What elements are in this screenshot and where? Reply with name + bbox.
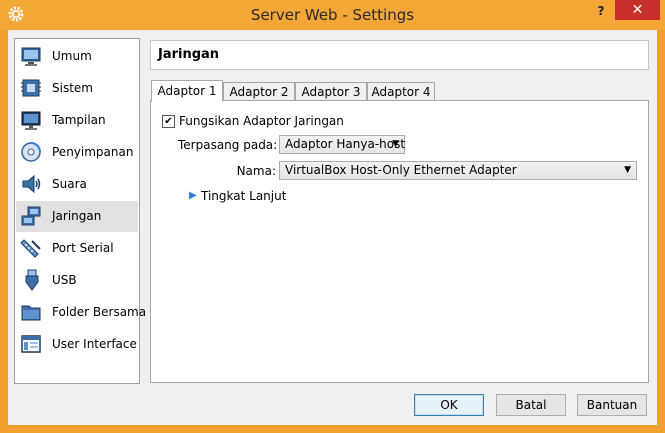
user-interface-icon: [21, 335, 41, 353]
motherboard-icon: [21, 79, 41, 97]
sidebar-item-label: Sistem: [52, 81, 93, 95]
name-label: Nama:: [236, 164, 276, 178]
sidebar-item-user-interface[interactable]: User Interface: [16, 329, 138, 360]
page-header: Jaringan: [150, 40, 649, 70]
settings-sidebar: Umum Sistem Tampilan Penyimpanan Suara J…: [14, 38, 146, 384]
attached-to-label: Terpasang pada:: [178, 138, 278, 152]
title-bar[interactable]: Server Web - Settings ? ✕: [0, 0, 665, 30]
display-icon: [21, 111, 41, 130]
monitor-general-icon: [21, 47, 41, 66]
sidebar-item-jaringan[interactable]: Jaringan: [16, 201, 138, 232]
sidebar-item-label: Tampilan: [52, 113, 106, 127]
sidebar-item-label: Jaringan: [52, 209, 102, 223]
sidebar-item-label: User Interface: [52, 337, 137, 351]
close-button[interactable]: ✕: [615, 0, 660, 20]
chevron-down-icon: ▼: [392, 139, 399, 149]
tab-adaptor-1[interactable]: Adaptor 1: [151, 80, 223, 102]
sidebar-item-usb[interactable]: USB: [16, 265, 138, 296]
page-title: Jaringan: [158, 47, 220, 62]
advanced-label: Tingkat Lanjut: [201, 189, 287, 203]
sidebar-item-penyimpanan[interactable]: Penyimpanan: [16, 137, 138, 168]
enable-adapter-label[interactable]: Fungsikan Adaptor Jaringan: [179, 114, 344, 128]
adapter-name-value: VirtualBox Host-Only Ethernet Adapter: [285, 163, 517, 177]
sidebar-item-label: Folder Bersama: [52, 305, 147, 319]
cancel-button[interactable]: Batal: [496, 394, 566, 416]
speaker-icon: [22, 174, 41, 194]
sidebar-item-label: USB: [52, 273, 77, 287]
sidebar-item-tampilan[interactable]: Tampilan: [16, 105, 138, 136]
sidebar-item-label: Port Serial: [52, 241, 114, 255]
storage-disk-icon: [21, 142, 41, 162]
adapter-name-select[interactable]: VirtualBox Host-Only Ethernet Adapter ▼: [279, 161, 637, 180]
tab-adaptor-2[interactable]: Adaptor 2: [223, 82, 295, 102]
sidebar-item-port-serial[interactable]: Port Serial: [16, 233, 138, 264]
sidebar-item-label: Umum: [52, 49, 92, 63]
help-icon[interactable]: ?: [592, 2, 610, 20]
usb-icon: [25, 269, 39, 291]
sidebar-item-sistem[interactable]: Sistem: [16, 73, 138, 104]
tab-adaptor-3[interactable]: Adaptor 3: [295, 82, 367, 102]
network-icon: [21, 206, 41, 226]
expand-triangle-icon: ▶: [189, 190, 197, 201]
tab-adaptor-4[interactable]: Adaptor 4: [367, 82, 435, 102]
serial-port-icon: [20, 239, 41, 258]
settings-dialog: Umum Sistem Tampilan Penyimpanan Suara J…: [8, 30, 657, 425]
window-title: Server Web - Settings: [250, 6, 415, 24]
enable-adapter-checkbox[interactable]: ✔: [162, 115, 175, 128]
sidebar-item-label: Penyimpanan: [52, 145, 134, 159]
help-button[interactable]: Bantuan: [577, 394, 647, 416]
attached-to-value: Adaptor Hanya-host: [285, 137, 406, 151]
sidebar-item-umum[interactable]: Umum: [16, 41, 138, 72]
sidebar-item-folder-bersama[interactable]: Folder Bersama: [16, 297, 146, 328]
sidebar-item-suara[interactable]: Suara: [16, 169, 138, 200]
sidebar-item-label: Suara: [52, 177, 87, 191]
shared-folder-icon: [21, 305, 41, 321]
ok-button[interactable]: OK: [414, 394, 484, 416]
chevron-down-icon: ▼: [624, 165, 631, 175]
attached-to-select[interactable]: Adaptor Hanya-host ▼: [279, 135, 405, 154]
